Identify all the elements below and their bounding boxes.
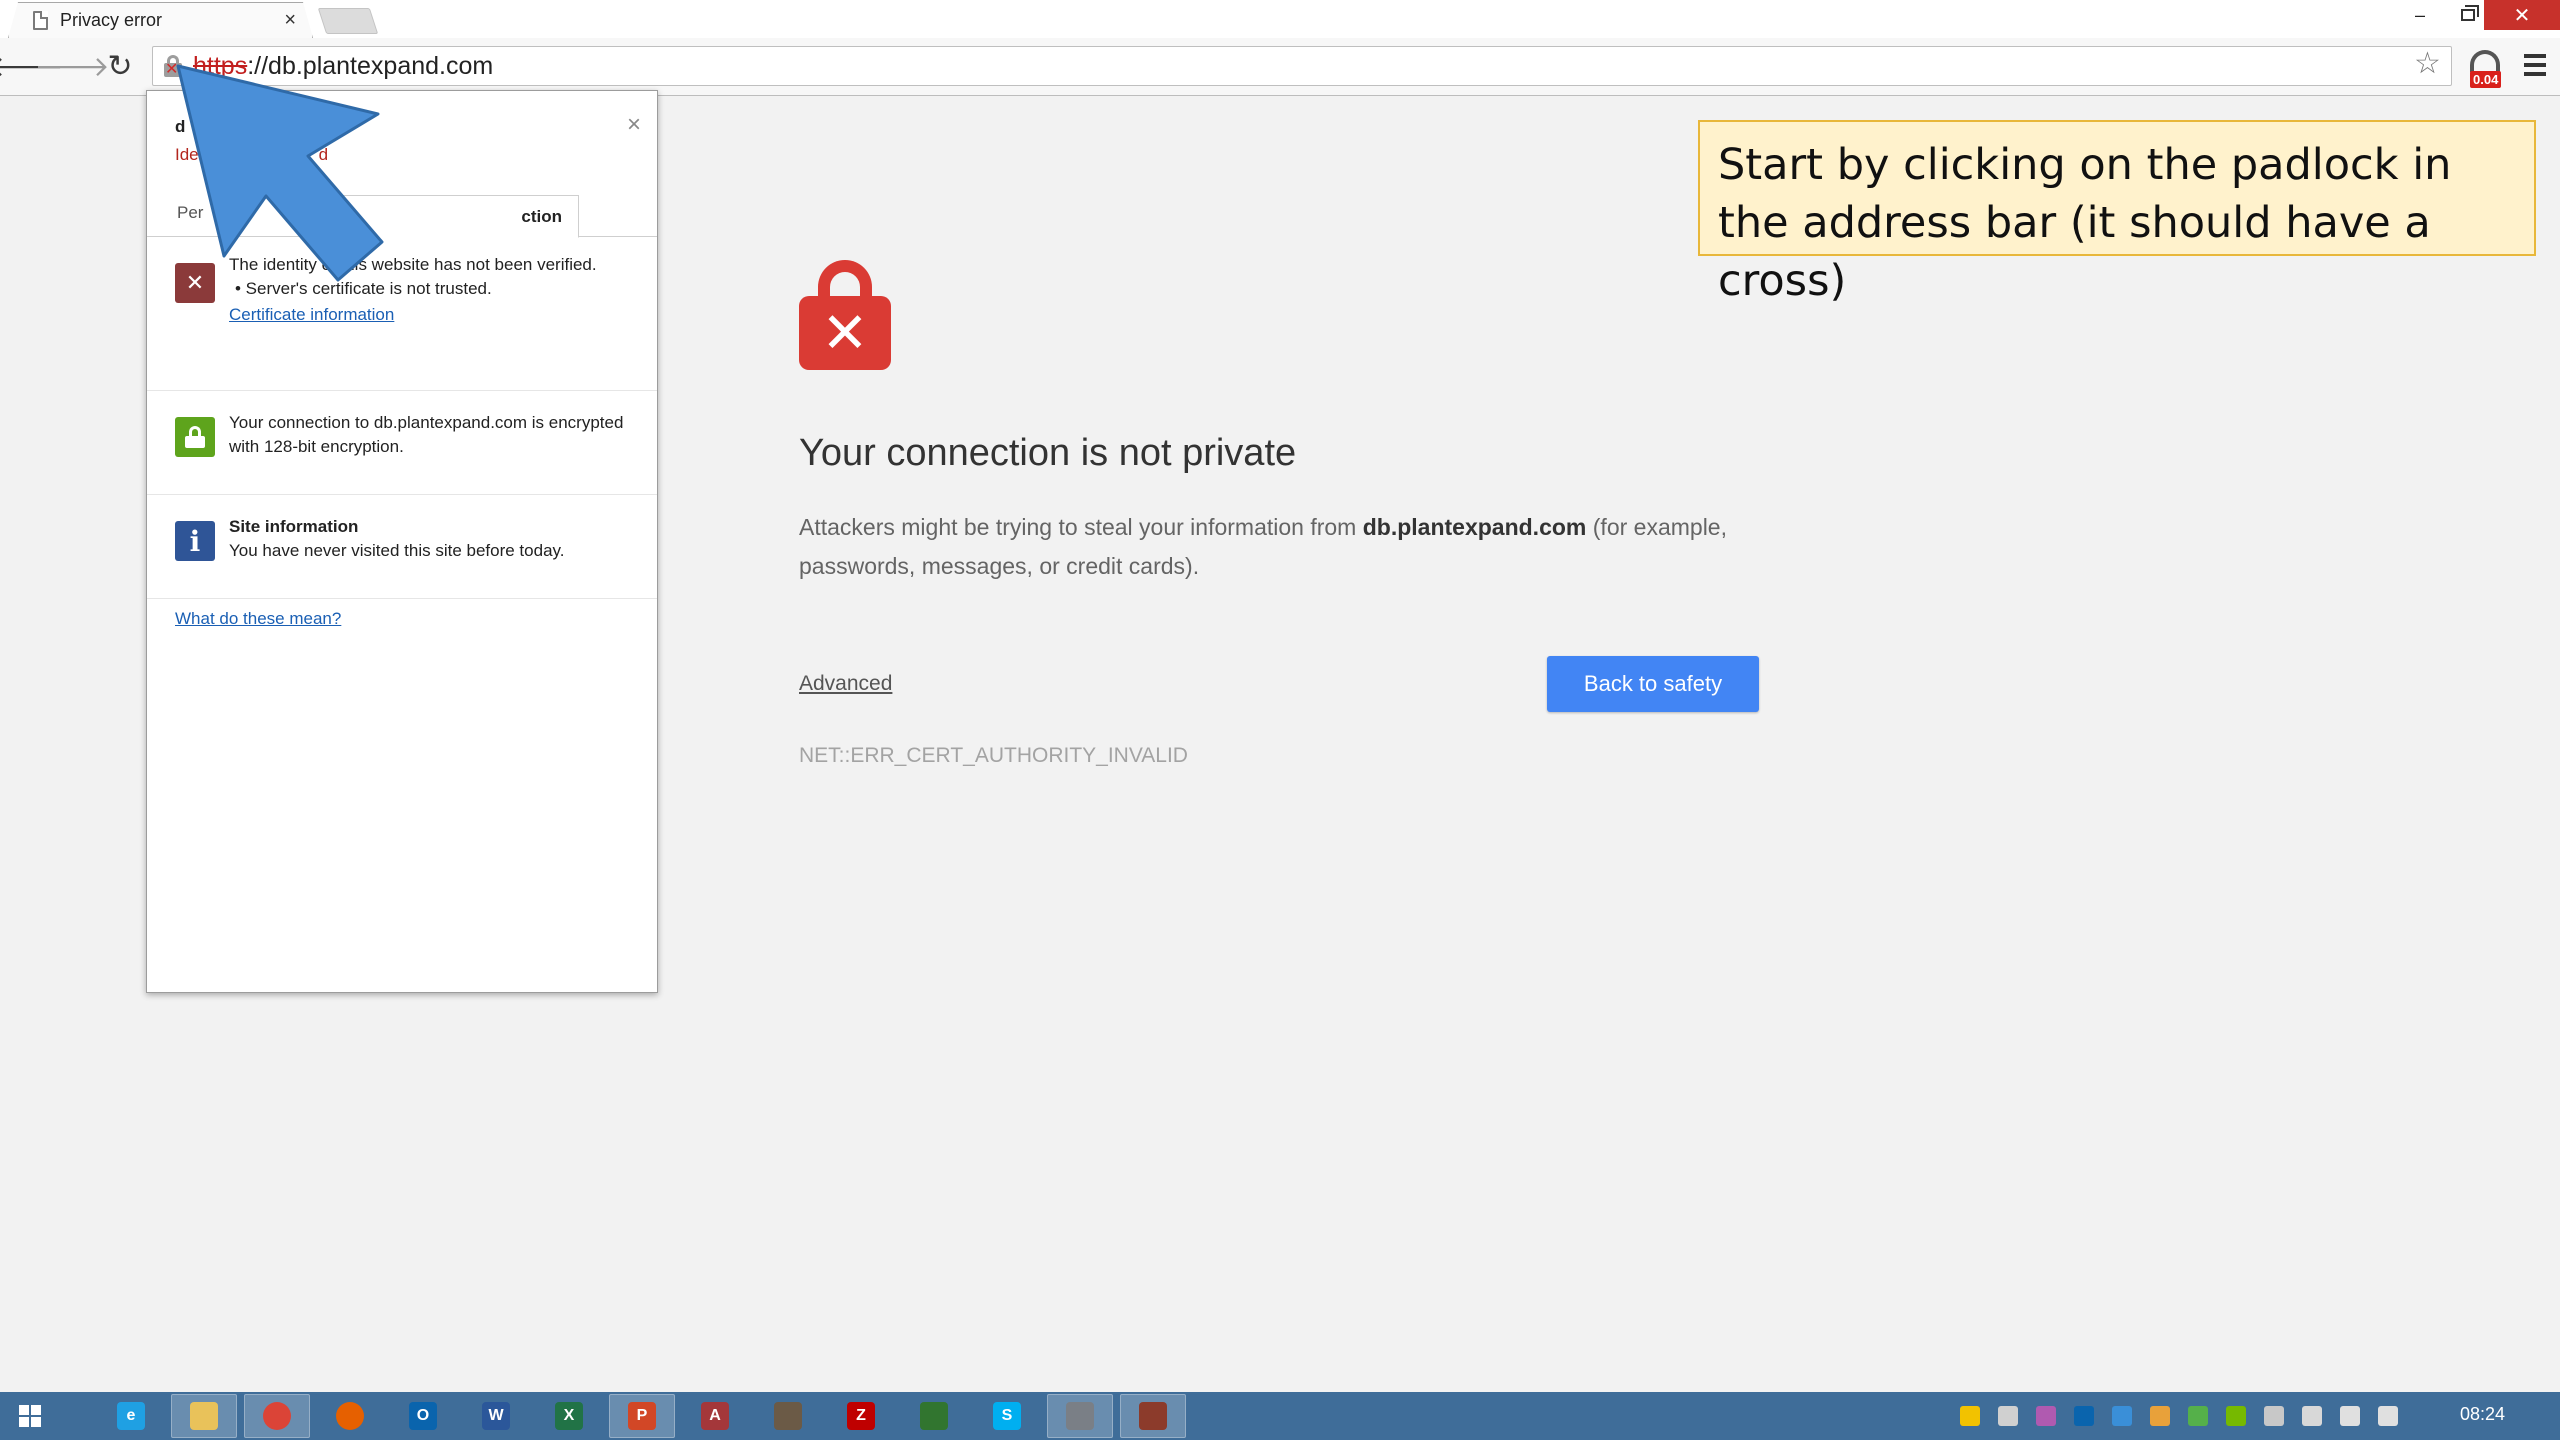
tray-icon[interactable]	[2150, 1406, 2170, 1426]
tray-icon[interactable]	[2302, 1406, 2322, 1426]
presentation-icon	[1139, 1402, 1167, 1430]
tray-icon[interactable]	[2188, 1406, 2208, 1426]
green-lock-icon	[175, 417, 215, 457]
taskbar-access-button[interactable]: A	[682, 1394, 748, 1438]
site-information-section: i Site information You have never visite…	[147, 495, 657, 599]
system-tray	[1960, 1392, 2416, 1440]
powerpoint-icon: P	[628, 1402, 656, 1430]
extension-speed-icon[interactable]: 0.04	[2466, 48, 2506, 88]
firefox-icon	[336, 1402, 364, 1430]
taskbar-presentation-button[interactable]	[1120, 1394, 1186, 1438]
chrome-icon	[263, 1402, 291, 1430]
remote-app-icon	[1066, 1402, 1094, 1430]
close-window-button[interactable]: ✕	[2484, 0, 2560, 30]
tutorial-arrow-icon	[176, 64, 384, 282]
taskbar-file-explorer-button[interactable]	[171, 1394, 237, 1438]
outlook-icon: O	[409, 1402, 437, 1430]
internet-explorer-icon: e	[117, 1402, 145, 1430]
connection-text: Your connection to db.plantexpand.com is…	[229, 413, 624, 456]
chrome-menu-icon[interactable]	[2524, 54, 2546, 76]
taskbar-firefox-button[interactable]	[317, 1394, 383, 1438]
what-do-these-mean-link[interactable]: What do these mean?	[175, 609, 341, 629]
site-info-text: You have never visited this site before …	[229, 541, 565, 560]
project-icon	[920, 1402, 948, 1430]
taskbar-internet-explorer-button[interactable]: e	[98, 1394, 164, 1438]
tray-icon[interactable]	[2074, 1406, 2094, 1426]
description-host: db.plantexpand.com	[1362, 514, 1587, 540]
tab-title: Privacy error	[60, 10, 163, 30]
extension-badge: 0.04	[2470, 71, 2502, 88]
tray-icon[interactable]	[1998, 1406, 2018, 1426]
taskbar-chrome-button[interactable]	[244, 1394, 310, 1438]
tab-close-icon[interactable]: ×	[284, 9, 296, 32]
error-code: NET::ERR_CERT_AUTHORITY_INVALID	[799, 744, 1188, 767]
red-padlock-icon: ✕	[799, 260, 891, 370]
tutorial-callout: Start by clicking on the padlock in the …	[1698, 120, 2536, 306]
word-icon: W	[482, 1402, 510, 1430]
access-icon: A	[701, 1402, 729, 1430]
site-info-title: Site information	[229, 517, 359, 536]
restore-icon	[2461, 5, 2479, 21]
tray-icon[interactable]	[2226, 1406, 2246, 1426]
bookmark-star-icon[interactable]: ☆	[2414, 46, 2441, 81]
advanced-link[interactable]: Advanced	[799, 672, 892, 696]
taskbar-remote-app-button[interactable]	[1047, 1394, 1113, 1438]
connection-section: Your connection to db.plantexpand.com is…	[147, 391, 657, 495]
taskbar-excel-button[interactable]: X	[536, 1394, 602, 1438]
tray-icon[interactable]	[1960, 1406, 1980, 1426]
tray-icon[interactable]	[2036, 1406, 2056, 1426]
tray-icon[interactable]	[2264, 1406, 2284, 1426]
filezilla-icon: Z	[847, 1402, 875, 1430]
minimize-button[interactable]: –	[2396, 0, 2444, 30]
taskbar-skype-button[interactable]: S	[974, 1394, 1040, 1438]
taskbar-word-button[interactable]: W	[463, 1394, 529, 1438]
reload-button[interactable]: ↻	[102, 48, 138, 84]
taskbar-project-button[interactable]	[901, 1394, 967, 1438]
taskbar-powerpoint-button[interactable]: P	[609, 1394, 675, 1438]
title-bar: Privacy error × – ✕	[0, 0, 2560, 38]
popup-close-icon[interactable]: ×	[627, 111, 641, 139]
info-icon: i	[175, 521, 215, 561]
new-tab-button[interactable]	[317, 8, 379, 34]
file-explorer-icon	[190, 1402, 218, 1430]
windows-logo-icon	[19, 1405, 41, 1427]
start-button[interactable]	[0, 1392, 60, 1440]
page-icon	[33, 11, 48, 30]
tray-icon[interactable]	[2340, 1406, 2360, 1426]
page-description: Attackers might be trying to steal your …	[799, 514, 1727, 579]
taskbar-clock: 08:24	[2460, 1404, 2506, 1424]
back-to-safety-button[interactable]: Back to safety	[1547, 656, 1759, 712]
taskbar-apps: eOWXPAZS	[98, 1394, 1193, 1438]
tray-icon[interactable]	[2112, 1406, 2132, 1426]
forward-button[interactable]: 🡒	[34, 48, 109, 84]
skype-icon: S	[993, 1402, 1021, 1430]
taskbar-gimp-button[interactable]	[755, 1394, 821, 1438]
page-headline: Your connection is not private	[799, 432, 1297, 474]
tab-privacy-error[interactable]: Privacy error ×	[8, 2, 313, 38]
certificate-information-link[interactable]: Certificate information	[229, 303, 629, 327]
tray-icon[interactable]	[2378, 1406, 2398, 1426]
gimp-icon	[774, 1402, 802, 1430]
excel-icon: X	[555, 1402, 583, 1430]
taskbar-filezilla-button[interactable]: Z	[828, 1394, 894, 1438]
address-bar[interactable]: ✕ https://db.plantexpand.com	[152, 46, 2452, 86]
taskbar-outlook-button[interactable]: O	[390, 1394, 456, 1438]
